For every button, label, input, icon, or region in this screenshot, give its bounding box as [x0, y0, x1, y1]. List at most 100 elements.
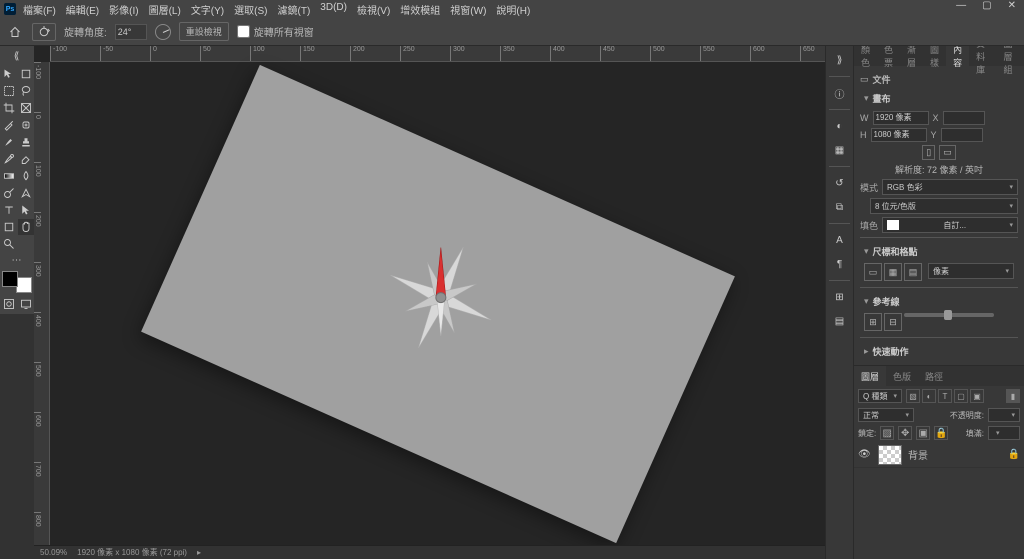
styles-icon[interactable]: ▦	[830, 140, 850, 160]
window-close[interactable]: ✕	[1004, 0, 1020, 11]
history-brush-tool[interactable]	[1, 151, 17, 167]
menu-檢視(V)[interactable]: 檢視(V)	[352, 2, 395, 17]
panel-tab-色票[interactable]: 色票	[877, 46, 900, 66]
visibility-icon[interactable]: 👁	[858, 449, 872, 460]
lock-pixels-icon[interactable]: ▨	[880, 426, 894, 440]
menu-視窗(W)[interactable]: 視窗(W)	[445, 2, 491, 17]
lock-artboard-icon[interactable]: ▣	[916, 426, 930, 440]
layer-kind-select[interactable]: Q 種類	[858, 389, 902, 403]
background-color[interactable]	[16, 277, 32, 293]
panel-tab-圖樣[interactable]: 圖樣	[923, 46, 946, 66]
guides-toggle-icon[interactable]: ▤	[904, 263, 922, 281]
zoom-tool[interactable]	[1, 236, 17, 252]
ruler-toggle-icon[interactable]: ▭	[864, 263, 882, 281]
color-mode-select[interactable]: RGB 色彩	[882, 179, 1018, 195]
foreground-color[interactable]	[2, 271, 18, 287]
orientation-portrait-icon[interactable]: ▯	[922, 145, 935, 160]
adjustments-icon[interactable]: ◐	[830, 116, 850, 136]
filter-pixel-icon[interactable]: ▧	[906, 389, 920, 403]
blend-mode-select[interactable]: 正常	[858, 408, 914, 422]
menu-說明(H)[interactable]: 說明(H)	[491, 2, 535, 17]
gradient-tool[interactable]	[1, 168, 17, 184]
home-button[interactable]	[6, 23, 24, 41]
height-input[interactable]: 1080 像素	[871, 128, 927, 142]
clone-source-icon[interactable]: ⧉	[830, 197, 850, 217]
menu-文字(Y)[interactable]: 文字(Y)	[186, 2, 229, 17]
x-input[interactable]	[943, 111, 985, 125]
orientation-landscape-icon[interactable]: ▭	[939, 145, 956, 160]
filter-shape-icon[interactable]: ▢	[954, 389, 968, 403]
layer-thumbnail[interactable]	[878, 445, 902, 465]
filter-smart-icon[interactable]: ▣	[970, 389, 984, 403]
fill-select[interactable]: 自訂...	[882, 217, 1018, 233]
layer-row[interactable]: 👁背景🔒	[854, 442, 1024, 468]
menu-增效模組[interactable]: 增效模組	[395, 2, 445, 17]
layers-tab-圖層[interactable]: 圖層	[854, 366, 886, 386]
lasso-tool[interactable]	[18, 83, 34, 99]
hand-tool[interactable]	[18, 219, 34, 235]
paragraph-panel-icon[interactable]: ¶	[830, 254, 850, 274]
zoom-level[interactable]: 50.09%	[40, 548, 67, 557]
ruler-unit-select[interactable]: 像素	[928, 263, 1014, 279]
fill-input[interactable]	[988, 426, 1020, 440]
healing-tool[interactable]	[18, 117, 34, 133]
rotate-all-checkbox[interactable]: 旋轉所有視窗	[237, 24, 314, 39]
bit-depth-select[interactable]: 8 位元/色版	[870, 198, 1018, 214]
color-swatches[interactable]	[2, 271, 32, 293]
angle-dial[interactable]	[155, 24, 171, 40]
eyedropper-tool[interactable]	[1, 117, 17, 133]
panel-tab-內容[interactable]: 內容	[946, 46, 969, 66]
menu-3D(D)[interactable]: 3D(D)	[315, 2, 352, 17]
lock-icon[interactable]: 🔒	[1008, 449, 1020, 460]
expand-panels-icon[interactable]: ⟫	[830, 50, 850, 70]
marquee-tool[interactable]	[1, 83, 17, 99]
brush-tool[interactable]	[1, 134, 17, 150]
type-tool[interactable]	[1, 202, 17, 218]
filter-adjust-icon[interactable]: ◐	[922, 389, 936, 403]
pen-tool[interactable]	[18, 185, 34, 201]
opacity-input[interactable]	[988, 408, 1020, 422]
canvas-viewport[interactable]	[50, 62, 825, 545]
y-input[interactable]	[941, 128, 983, 142]
panel-tab-資料庫[interactable]: 資料庫	[969, 46, 996, 66]
character-panel-icon[interactable]: A	[830, 230, 850, 250]
filter-type-icon[interactable]: T	[938, 389, 952, 403]
window-minimize[interactable]: —	[952, 0, 970, 11]
menu-選取(S)[interactable]: 選取(S)	[229, 2, 272, 17]
reset-view-button[interactable]: 重設檢視	[179, 22, 229, 41]
screen-mode[interactable]	[18, 296, 34, 312]
window-maximize[interactable]: ▢	[978, 0, 995, 11]
quickmask-toggle[interactable]	[1, 296, 17, 312]
width-input[interactable]: 1920 像素	[873, 111, 929, 125]
frame-tool[interactable]	[18, 100, 34, 116]
collapse-toolbar[interactable]: ⟪	[1, 49, 33, 65]
guide-icon-1[interactable]: ⊞	[864, 313, 882, 331]
status-chevron-icon[interactable]: ▸	[197, 548, 201, 557]
lock-all-icon[interactable]: 🔒	[934, 426, 948, 440]
move-tool[interactable]	[1, 66, 17, 82]
guide-icon-2[interactable]: ⊟	[884, 313, 902, 331]
menu-檔案(F)[interactable]: 檔案(F)	[18, 2, 61, 17]
guides-slider[interactable]	[904, 313, 994, 317]
menu-編輯(E)[interactable]: 編輯(E)	[61, 2, 104, 17]
menu-濾鏡(T)[interactable]: 濾鏡(T)	[273, 2, 316, 17]
filter-toggle[interactable]: ▮	[1006, 389, 1020, 403]
grid-toggle-icon[interactable]: ▦	[884, 263, 902, 281]
glyphs-icon[interactable]: ⊞	[830, 287, 850, 307]
ruler-horizontal[interactable]: -100-50050100150200250300350400450500550…	[50, 46, 825, 62]
lock-position-icon[interactable]: ✥	[898, 426, 912, 440]
document-info[interactable]: 1920 像素 x 1080 像素 (72 ppi)	[77, 547, 187, 558]
edit-toolbar[interactable]: ⋯	[1, 253, 33, 269]
eraser-tool[interactable]	[18, 151, 34, 167]
help-icon[interactable]: ⓘ	[830, 83, 850, 103]
path-select-tool[interactable]	[18, 202, 34, 218]
stamp-tool[interactable]	[18, 134, 34, 150]
notes-icon[interactable]: ▤	[830, 311, 850, 331]
history-icon[interactable]: ↺	[830, 173, 850, 193]
panel-tab-顏色[interactable]: 顏色	[854, 46, 877, 66]
dodge-tool[interactable]	[1, 185, 17, 201]
blur-tool[interactable]	[18, 168, 34, 184]
menu-影像(I)[interactable]: 影像(I)	[104, 2, 143, 17]
artboard-tool[interactable]	[18, 66, 34, 82]
menu-圖層(L)[interactable]: 圖層(L)	[144, 2, 186, 17]
